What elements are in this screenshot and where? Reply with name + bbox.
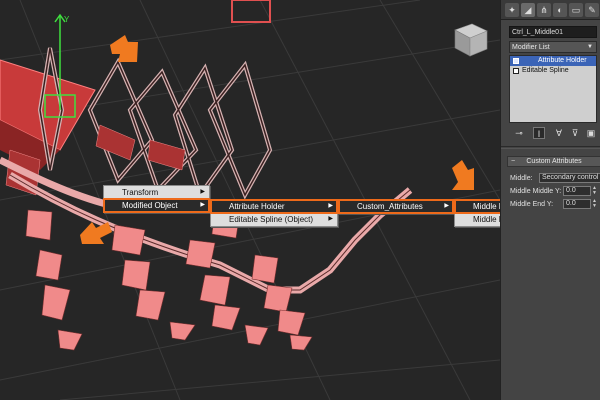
spinner-value: 0.0 [566, 187, 576, 194]
modifier-list-label: Modifier List [512, 44, 550, 51]
quad-menu-level-2: Attribute Holder ▶ Editable Spline (Obje… [210, 199, 338, 227]
middle-end-y-spinner[interactable]: 0.0 ▲ ▼ [563, 199, 597, 209]
spinner-value: 0.0 [566, 200, 576, 207]
viewport[interactable]: Y Transform ▶ Modified Object ▶ Attribut… [0, 0, 500, 400]
modify-tab-icon[interactable]: ◢ [521, 3, 535, 17]
menu-item-middle-middle-y[interactable]: Middle Middle Y [454, 199, 500, 214]
bulb-icon[interactable] [513, 58, 519, 64]
stack-item-label: Attribute Holder [538, 57, 587, 64]
chevron-down-icon: ▼ [587, 44, 593, 50]
modifier-stack: Attribute Holder Editable Spline [509, 55, 597, 123]
motion-tab-icon[interactable]: ◐ [553, 3, 567, 17]
menu-item-custom-attributes[interactable]: Custom_Attributes ▶ [338, 199, 454, 214]
stack-toolbar: ⊸ I ∀ ⊽ ▣ [509, 126, 597, 140]
utilities-tab-icon[interactable]: ✎ [585, 3, 599, 17]
viewcube-icon [454, 23, 488, 57]
menu-item-label: Attribute Holder [229, 202, 285, 211]
create-tab-icon[interactable]: ✦ [505, 3, 519, 17]
submenu-arrow-icon: ▶ [200, 202, 205, 208]
menu-item-label: Editable Spline (Object) [229, 215, 314, 224]
remove-modifier-icon[interactable]: ⊽ [569, 127, 581, 139]
submenu-arrow-icon: ▶ [328, 203, 333, 209]
stack-item-label: Editable Spline [522, 67, 569, 74]
custom-attributes-rollout[interactable]: − Custom Attributes [507, 156, 600, 167]
panel-tab-bar: ✦ ◢ ⋔ ◐ ▭ ✎ [501, 0, 600, 20]
middle-middle-y-spinner[interactable]: 0.0 ▲ ▼ [563, 186, 597, 196]
menu-item-editable-spline-object[interactable]: Editable Spline (Object) ▶ [211, 213, 337, 226]
menu-item-transform[interactable]: Transform ▶ [104, 186, 209, 199]
menu-item-modified-object[interactable]: Modified Object ▶ [103, 198, 210, 213]
display-tab-icon[interactable]: ▭ [569, 3, 583, 17]
stack-item-editable-spline[interactable]: Editable Spline [510, 66, 596, 76]
submenu-arrow-icon: ▶ [444, 203, 449, 209]
rollout-title: Custom Attributes [526, 158, 582, 165]
menu-item-attribute-holder[interactable]: Attribute Holder ▶ [210, 199, 338, 214]
stack-item-attribute-holder[interactable]: Attribute Holder [510, 56, 596, 66]
submenu-arrow-icon: ▶ [328, 216, 333, 222]
configure-sets-icon[interactable]: ▣ [585, 127, 597, 139]
middle-label: Middle: [510, 175, 533, 182]
divider [501, 146, 600, 149]
middle-end-y-label: Middle End Y: [510, 201, 554, 208]
show-end-result-icon[interactable]: I [533, 127, 545, 139]
quad-menu-level-3: Custom_Attributes ▶ [338, 199, 454, 214]
middle-middle-y-row: Middle Middle Y: 0.0 ▲ ▼ [510, 186, 600, 197]
menu-item-label: Transform [122, 188, 159, 197]
spinner-arrows-icon[interactable]: ▲ ▼ [592, 199, 597, 209]
middle-middle-y-label: Middle Middle Y: [510, 188, 562, 195]
svg-text:Y: Y [64, 15, 70, 24]
menu-item-label: Middle End Y [473, 215, 500, 224]
spinner-arrows-icon[interactable]: ▲ ▼ [592, 186, 597, 196]
submenu-arrow-icon: ▶ [200, 189, 205, 195]
hierarchy-tab-icon[interactable]: ⋔ [537, 3, 551, 17]
quad-menu-level-4: Middle Middle Y Middle End Y [454, 199, 500, 227]
middle-end-y-row: Middle End Y: 0.0 ▲ ▼ [510, 199, 600, 210]
menu-item-label: Modified Object [122, 201, 178, 210]
object-name-field[interactable]: Ctrl_L_Middle01 [509, 26, 597, 38]
expand-icon[interactable] [513, 68, 519, 74]
middle-dropdown[interactable]: Secondary control [539, 173, 600, 183]
middle-row: Middle: Secondary control [510, 173, 600, 184]
make-unique-icon[interactable]: ∀ [553, 127, 565, 139]
quad-menu-level-1: Transform ▶ Modified Object ▶ [103, 185, 210, 213]
pin-stack-icon[interactable]: ⊸ [513, 127, 525, 139]
command-panel: ✦ ◢ ⋔ ◐ ▭ ✎ Ctrl_L_Middle01 Modifier Lis… [500, 0, 600, 400]
menu-item-label: Custom_Attributes [357, 202, 423, 211]
menu-item-middle-end-y[interactable]: Middle End Y [455, 213, 500, 226]
menu-item-label: Middle Middle Y [473, 202, 500, 211]
collapse-icon: − [511, 158, 516, 165]
modifier-list-dropdown[interactable]: Modifier List ▼ [509, 41, 597, 53]
